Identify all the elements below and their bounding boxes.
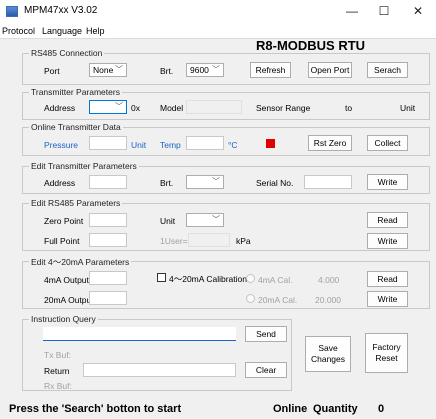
collect-button[interactable]: Collect <box>367 135 408 151</box>
write-rs485-button[interactable]: Write <box>367 233 408 249</box>
read-rs485-button[interactable]: Read <box>367 212 408 228</box>
user-unit-display <box>188 233 230 247</box>
return-label: Return <box>44 366 70 376</box>
search-button[interactable]: Serach <box>367 62 408 78</box>
save-changes-button[interactable]: Save Changes <box>305 336 351 372</box>
edit-address-input[interactable] <box>89 175 127 189</box>
brt-select[interactable]: 9600 ﹀ <box>186 63 224 77</box>
group-title: Edit Transmitter Parameters <box>29 161 139 171</box>
zero-point-input[interactable] <box>89 213 127 227</box>
pressure-unit-label: Unit <box>131 140 147 150</box>
open-port-button[interactable]: Open Port <box>308 62 352 78</box>
cal-4ma-label: 4mA Cal. <box>258 275 293 285</box>
brt-label: Brt. <box>160 66 174 76</box>
rx-buf-label: Rx Buf: <box>44 381 72 391</box>
edit-brt-select[interactable]: ﹀ <box>186 175 224 189</box>
write-ma-button[interactable]: Write <box>367 291 408 307</box>
cal-20ma-radio[interactable] <box>246 294 255 303</box>
chevron-down-icon: ﹀ <box>115 65 123 74</box>
calibration-label: 4～20mA Calibration <box>169 274 247 284</box>
group-title: RS485 Connection <box>29 48 105 58</box>
group-title: Transmitter Parameters <box>29 87 122 97</box>
unit-select[interactable]: ﹀ <box>186 213 224 227</box>
title-bar: MPM47xx V3.02 — ☐ ✕ <box>0 0 436 24</box>
send-button[interactable]: Send <box>245 326 287 342</box>
pressure-value <box>89 136 127 150</box>
unit-select-label: Unit <box>160 216 176 226</box>
tx-buf-label: Tx Buf: <box>44 350 71 360</box>
temp-value <box>186 136 224 150</box>
user-unit-label: 1User= <box>160 236 188 246</box>
write-transmitter-button[interactable]: Write <box>367 174 408 190</box>
chevron-down-icon: ﹀ <box>212 215 220 224</box>
zero-point-label: Zero Point <box>44 216 84 226</box>
temp-unit: °C <box>228 140 238 150</box>
instruction-input[interactable] <box>43 327 236 341</box>
edit-brt-label: Brt. <box>160 178 174 188</box>
chevron-down-icon: ﹀ <box>115 102 123 111</box>
port-select[interactable]: None ﹀ <box>89 63 127 77</box>
group-title: Edit 4～20mA Parameters <box>29 256 132 268</box>
hex-prefix: 0x <box>131 103 140 113</box>
protocol-banner: R8-MODBUS RTU <box>256 38 366 53</box>
group-title: Online Transmitter Data <box>29 122 123 132</box>
calibration-checkbox[interactable] <box>157 273 166 282</box>
chevron-down-icon: ﹀ <box>212 177 220 186</box>
read-ma-button[interactable]: Read <box>367 271 408 287</box>
close-button[interactable]: ✕ <box>408 3 428 20</box>
cal-20ma-label: 20mA Cal. <box>258 295 298 305</box>
address-combo[interactable]: ﹀ <box>89 100 127 114</box>
address-label: Address <box>44 103 76 113</box>
quantity-value: 0 <box>378 403 385 415</box>
output-20ma-input[interactable] <box>89 291 127 305</box>
edit-address-label: Address <box>44 178 76 188</box>
clear-button[interactable]: Clear <box>245 362 287 378</box>
cal-20ma-value: 20.000 <box>315 295 341 305</box>
quantity-label: Quantity <box>313 403 358 415</box>
menu-bar: Protocol Language Help <box>0 24 436 39</box>
menu-language[interactable]: Language <box>42 26 82 36</box>
output-20ma-label: 20mA Output <box>44 295 94 305</box>
cal-4ma-radio[interactable] <box>246 274 255 283</box>
status-indicator-icon <box>266 139 275 148</box>
factory-reset-button[interactable]: Factory Reset <box>365 333 408 373</box>
group-title: Instruction Query <box>29 314 98 324</box>
online-label: Online <box>273 403 308 415</box>
port-label: Port <box>44 66 60 76</box>
minimize-button[interactable]: — <box>342 3 362 20</box>
refresh-button[interactable]: Refresh <box>250 62 291 78</box>
pressure-label: Pressure <box>44 140 79 150</box>
menu-protocol[interactable]: Protocol <box>2 26 35 36</box>
serial-input[interactable] <box>304 175 352 189</box>
output-4ma-label: 4mA Output <box>44 275 89 285</box>
full-point-label: Full Point <box>44 236 80 246</box>
chevron-down-icon: ﹀ <box>212 65 220 74</box>
group-title: Edit RS485 Parameters <box>29 198 123 208</box>
serial-label: Serial No. <box>256 178 294 188</box>
cal-4ma-value: 4.000 <box>318 275 340 285</box>
sensor-range-label: Sensor Range <box>256 103 311 113</box>
full-point-input[interactable] <box>89 233 127 247</box>
output-4ma-input[interactable] <box>89 271 127 285</box>
window-title: MPM47xx V3.02 <box>24 5 98 16</box>
kpa-label: kPa <box>236 236 251 246</box>
return-input[interactable] <box>83 363 236 377</box>
status-hint: Press the 'Search' botton to start <box>9 403 182 415</box>
rst-zero-button[interactable]: Rst Zero <box>308 135 352 151</box>
menu-help[interactable]: Help <box>86 26 105 36</box>
maximize-button[interactable]: ☐ <box>374 3 394 20</box>
app-icon <box>6 6 18 17</box>
model-label: Model <box>160 103 184 113</box>
model-display <box>186 100 242 114</box>
to-label: to <box>345 103 353 113</box>
temp-label: Temp <box>160 140 181 150</box>
unit-label: Unit <box>400 103 416 113</box>
